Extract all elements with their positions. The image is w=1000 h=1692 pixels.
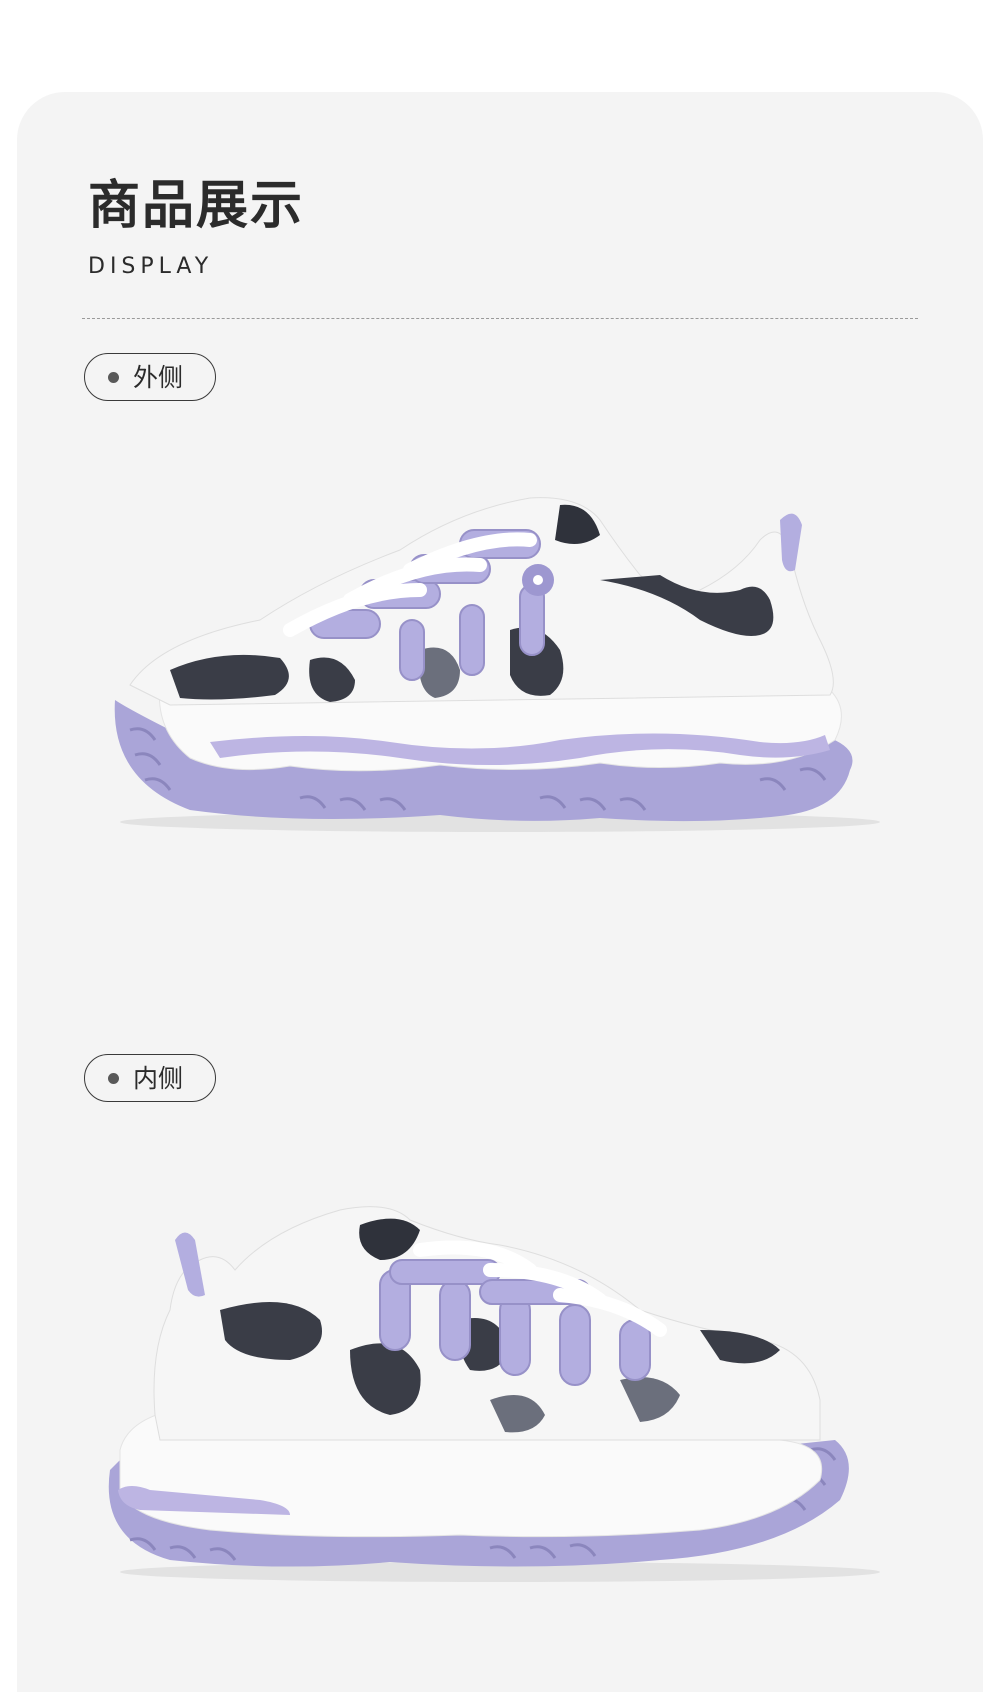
- tag-inner-side: 内侧: [84, 1054, 216, 1102]
- dashed-divider: [82, 318, 918, 319]
- tag-outer-side: 外侧: [84, 353, 216, 401]
- tag-label: 内侧: [133, 1063, 184, 1093]
- sneaker-inner-image: [108, 1206, 880, 1582]
- bullet-dot-icon: [108, 1072, 119, 1084]
- sneaker-outer-image: [114, 497, 880, 832]
- bullet-dot-icon: [108, 371, 119, 383]
- page-subtitle: DISPLAY: [88, 254, 214, 279]
- page-title: 商品展示: [88, 176, 305, 236]
- tag-label: 外侧: [133, 362, 184, 392]
